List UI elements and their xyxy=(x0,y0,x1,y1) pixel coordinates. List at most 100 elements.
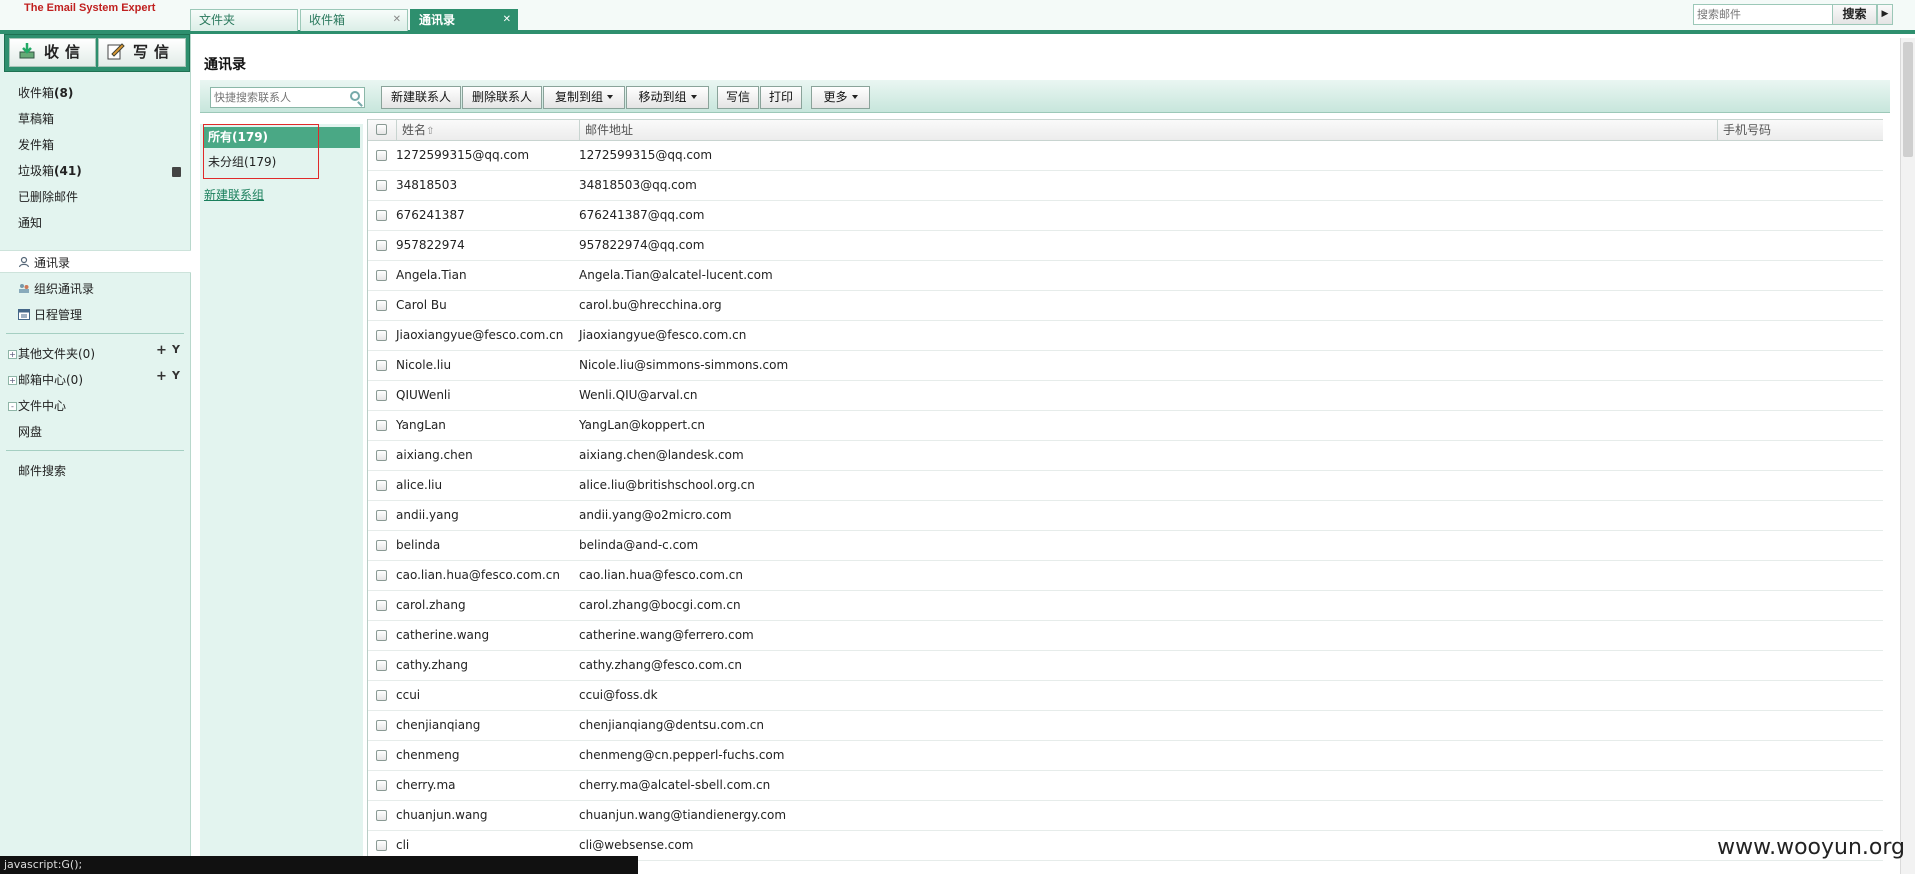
contact-email[interactable]: chenmeng@cn.pepperl-fuchs.com xyxy=(579,748,784,762)
move-to-group-button[interactable]: 移动到组 xyxy=(626,86,709,109)
sidebar-item-calendar[interactable]: 日程管理 xyxy=(18,306,82,323)
search-button[interactable]: 搜索 xyxy=(1832,4,1877,25)
contact-name[interactable]: ccui xyxy=(396,688,420,702)
folder-notify[interactable]: 通知 xyxy=(18,214,42,231)
folder-drafts[interactable]: 草稿箱 xyxy=(18,110,54,127)
table-row[interactable]: chuanjun.wang chuanjun.wang@tiandienergy.… xyxy=(368,801,1883,831)
row-checkbox[interactable] xyxy=(376,840,387,851)
tab-folders[interactable]: 文件夹 xyxy=(190,9,298,31)
close-icon[interactable]: ✕ xyxy=(393,10,401,30)
table-row[interactable]: chenmeng chenmeng@cn.pepperl-fuchs.com xyxy=(368,741,1883,771)
contact-email[interactable]: alice.liu@britishschool.org.cn xyxy=(579,478,755,492)
column-name[interactable]: 姓名⇧ xyxy=(396,120,579,140)
contact-email[interactable]: 1272599315@qq.com xyxy=(579,148,712,162)
new-group-link[interactable]: 新建联系组 xyxy=(204,186,264,203)
table-row[interactable]: Nicole.liu Nicole.liu@simmons-simmons.com xyxy=(368,351,1883,381)
column-phone[interactable]: 手机号码 xyxy=(1717,120,1883,140)
row-checkbox[interactable] xyxy=(376,690,387,701)
contact-name[interactable]: 676241387 xyxy=(396,208,465,222)
contact-email[interactable]: cherry.ma@alcatel-sbell.com.cn xyxy=(579,778,770,792)
table-row[interactable]: ccui ccui@foss.dk xyxy=(368,681,1883,711)
tree-mailbox-center[interactable]: + 邮箱中心(0) xyxy=(8,371,83,388)
contact-name[interactable]: chenjianqiang xyxy=(396,718,480,732)
contact-name[interactable]: cli xyxy=(396,838,409,852)
table-row[interactable]: Jiaoxiangyue@fesco.com.cn Jiaoxiangyue@fe… xyxy=(368,321,1883,351)
table-row[interactable]: 957822974 957822974@qq.com xyxy=(368,231,1883,261)
table-row[interactable]: QIUWenli Wenli.QIU@arval.cn xyxy=(368,381,1883,411)
contact-email[interactable]: carol.bu@hrecchina.org xyxy=(579,298,722,312)
contact-name[interactable]: catherine.wang xyxy=(396,628,489,642)
contact-email[interactable]: ccui@foss.dk xyxy=(579,688,658,702)
compose-button[interactable]: 写信 xyxy=(98,38,186,67)
contact-name[interactable]: cathy.zhang xyxy=(396,658,468,672)
row-checkbox[interactable] xyxy=(376,300,387,311)
row-checkbox[interactable] xyxy=(376,210,387,221)
close-icon[interactable]: ✕ xyxy=(503,10,511,30)
table-row[interactable]: Carol Bu carol.bu@hrecchina.org xyxy=(368,291,1883,321)
tab-inbox[interactable]: 收件箱 ✕ xyxy=(300,9,408,31)
expand-icon[interactable]: + xyxy=(8,376,17,385)
contact-name[interactable]: QIUWenli xyxy=(396,388,451,402)
row-checkbox[interactable] xyxy=(376,720,387,731)
table-row[interactable]: 1272599315@qq.com 1272599315@qq.com xyxy=(368,141,1883,171)
table-row[interactable]: 34818503 34818503@qq.com xyxy=(368,171,1883,201)
more-button[interactable]: 更多 xyxy=(811,86,870,109)
sidebar-item-org-contacts[interactable]: 组织通讯录 xyxy=(18,280,94,297)
contact-email[interactable]: catherine.wang@ferrero.com xyxy=(579,628,754,642)
row-checkbox[interactable] xyxy=(376,420,387,431)
contact-name[interactable]: andii.yang xyxy=(396,508,459,522)
print-button[interactable]: 打印 xyxy=(760,86,802,109)
table-row[interactable]: cao.lian.hua@fesco.com.cn cao.lian.hua@fe… xyxy=(368,561,1883,591)
add-folder-icon[interactable]: + xyxy=(156,343,167,358)
contact-email[interactable]: Jiaoxiangyue@fesco.com.cn xyxy=(579,328,746,342)
row-checkbox[interactable] xyxy=(376,810,387,821)
contact-name[interactable]: carol.zhang xyxy=(396,598,466,612)
contact-email[interactable]: 34818503@qq.com xyxy=(579,178,697,192)
row-checkbox[interactable] xyxy=(376,750,387,761)
receive-button[interactable]: 收信 xyxy=(9,38,96,67)
table-row[interactable]: 676241387 676241387@qq.com xyxy=(368,201,1883,231)
row-checkbox[interactable] xyxy=(376,240,387,251)
contact-name[interactable]: cao.lian.hua@fesco.com.cn xyxy=(396,568,560,582)
sidebar-item-mail-search[interactable]: 邮件搜索 xyxy=(18,462,66,479)
new-contact-button[interactable]: 新建联系人 xyxy=(381,86,461,109)
search-icon[interactable] xyxy=(350,91,360,101)
row-checkbox[interactable] xyxy=(376,150,387,161)
mail-search-input[interactable] xyxy=(1694,5,1832,24)
row-checkbox[interactable] xyxy=(376,780,387,791)
row-checkbox[interactable] xyxy=(376,630,387,641)
table-row[interactable]: cathy.zhang cathy.zhang@fesco.com.cn xyxy=(368,651,1883,681)
contact-email[interactable]: cli@websense.com xyxy=(579,838,693,852)
empty-trash-icon[interactable] xyxy=(172,167,181,177)
filter-icon[interactable]: Y xyxy=(172,343,180,356)
column-email[interactable]: 邮件地址 xyxy=(579,120,1717,140)
tree-file-center[interactable]: - 文件中心 xyxy=(8,397,66,414)
contact-email[interactable]: cao.lian.hua@fesco.com.cn xyxy=(579,568,743,582)
contact-name[interactable]: Angela.Tian xyxy=(396,268,467,282)
table-row[interactable]: carol.zhang carol.zhang@bocgi.com.cn xyxy=(368,591,1883,621)
row-checkbox[interactable] xyxy=(376,390,387,401)
delete-contact-button[interactable]: 删除联系人 xyxy=(462,86,542,109)
contact-name[interactable]: belinda xyxy=(396,538,440,552)
contact-name[interactable]: alice.liu xyxy=(396,478,442,492)
tree-other-folders[interactable]: + 其他文件夹(0) xyxy=(8,345,95,362)
row-checkbox[interactable] xyxy=(376,660,387,671)
table-row[interactable]: belinda belinda@and-c.com xyxy=(368,531,1883,561)
contact-name[interactable]: Jiaoxiangyue@fesco.com.cn xyxy=(396,328,563,342)
contact-email[interactable]: Nicole.liu@simmons-simmons.com xyxy=(579,358,788,372)
contact-name[interactable]: 1272599315@qq.com xyxy=(396,148,529,162)
folder-deleted[interactable]: 已删除邮件 xyxy=(18,188,78,205)
row-checkbox[interactable] xyxy=(376,570,387,581)
search-options-arrow-icon[interactable]: ▶ xyxy=(1877,4,1893,25)
row-checkbox[interactable] xyxy=(376,450,387,461)
tab-contacts[interactable]: 通讯录 ✕ xyxy=(410,9,518,31)
contact-email[interactable]: YangLan@koppert.cn xyxy=(579,418,705,432)
folder-spam[interactable]: 垃圾箱(41) xyxy=(18,162,82,179)
contact-name[interactable]: Carol Bu xyxy=(396,298,447,312)
row-checkbox[interactable] xyxy=(376,180,387,191)
table-row[interactable]: catherine.wang catherine.wang@ferrero.com xyxy=(368,621,1883,651)
folder-inbox[interactable]: 收件箱(8) xyxy=(18,84,73,101)
row-checkbox[interactable] xyxy=(376,510,387,521)
contact-name[interactable]: 34818503 xyxy=(396,178,457,192)
contact-email[interactable]: cathy.zhang@fesco.com.cn xyxy=(579,658,742,672)
